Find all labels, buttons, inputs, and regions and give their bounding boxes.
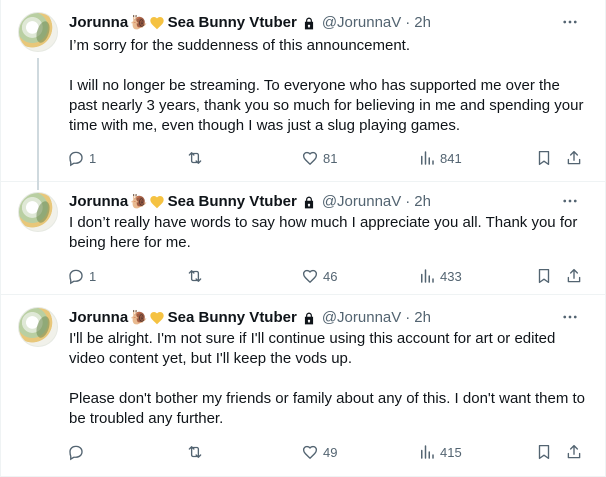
views-button[interactable]: 841 <box>418 146 462 170</box>
reply-icon <box>69 445 83 461</box>
tweet-header: Jorunna 🐌 Sea Bunny Vtuber @JorunnaV · 2… <box>69 307 431 327</box>
reply-button[interactable] <box>67 440 89 464</box>
retweet-button[interactable] <box>186 440 208 464</box>
like-icon <box>302 445 318 460</box>
views-icon <box>421 445 434 459</box>
lock-icon <box>304 312 313 324</box>
like-button[interactable]: 49 <box>301 440 337 464</box>
more-icon[interactable] <box>558 12 582 32</box>
tweet-paragraph: Please don't bother my friends or family… <box>69 390 585 427</box>
display-name-suffix[interactable]: Sea Bunny Vtuber <box>168 14 297 31</box>
reply-count: 1 <box>89 268 97 284</box>
share-button[interactable] <box>565 146 583 170</box>
bookmark-button[interactable] <box>535 146 553 170</box>
handle[interactable]: @JorunnaV <box>322 193 401 210</box>
snail-emoji-icon: 🐌 <box>130 192 148 209</box>
timestamp[interactable]: 2h <box>414 14 431 31</box>
tweet-header: Jorunna 🐌 Sea Bunny Vtuber @JorunnaV · 2… <box>69 12 431 32</box>
tweet-header: Jorunna 🐌 Sea Bunny Vtuber @JorunnaV · 2… <box>69 191 431 211</box>
snail-emoji-icon: 🐌 <box>130 13 148 30</box>
lock-icon <box>304 196 313 208</box>
thread-connector-line <box>37 58 39 182</box>
bookmark-button[interactable] <box>535 440 553 464</box>
snail-emoji-icon: 🐌 <box>130 308 148 325</box>
reply-icon <box>69 151 83 167</box>
yellow-heart-icon <box>149 17 164 30</box>
share-button[interactable] <box>565 264 583 288</box>
retweet-button[interactable] <box>186 264 208 288</box>
tweet-1[interactable]: Jorunna 🐌 Sea Bunny Vtuber @JorunnaV · 2… <box>1 0 605 182</box>
reply-button[interactable]: 1 <box>67 146 96 170</box>
tweet-text: I don’t really have words to say how muc… <box>69 213 589 253</box>
avatar[interactable] <box>18 307 58 347</box>
bookmark-icon <box>538 444 550 460</box>
like-icon <box>302 151 318 166</box>
thread-connector-line <box>37 182 39 190</box>
avatar[interactable] <box>18 12 58 52</box>
bookmark-button[interactable] <box>535 264 553 288</box>
views-icon <box>421 269 434 283</box>
tweet-actions: 49 415 <box>61 440 593 464</box>
lock-icon <box>304 17 313 29</box>
tweet-thread: Jorunna 🐌 Sea Bunny Vtuber @JorunnaV · 2… <box>0 0 606 477</box>
display-name[interactable]: Jorunna <box>69 193 128 210</box>
display-name-suffix[interactable]: Sea Bunny Vtuber <box>168 193 297 210</box>
tweet-actions: 1 46 433 <box>61 264 593 288</box>
tweet-text: I'll be alright. I'm not sure if I'll co… <box>69 329 589 429</box>
like-count: 46 <box>323 268 338 284</box>
display-name-suffix[interactable]: Sea Bunny Vtuber <box>168 309 297 326</box>
share-button[interactable] <box>565 440 583 464</box>
view-count: 415 <box>440 444 462 460</box>
like-button[interactable]: 46 <box>301 264 337 288</box>
view-count: 841 <box>440 150 462 166</box>
handle[interactable]: @JorunnaV <box>322 14 401 31</box>
tweet-paragraph: I’m sorry for the suddenness of this ann… <box>69 37 411 54</box>
separator-dot: · <box>405 308 411 326</box>
retweet-button[interactable] <box>186 146 208 170</box>
views-icon <box>421 151 434 165</box>
view-count: 433 <box>440 268 462 284</box>
display-name[interactable]: Jorunna <box>69 309 128 326</box>
share-icon <box>567 268 581 283</box>
retweet-icon <box>188 270 202 282</box>
tweet-2[interactable]: Jorunna 🐌 Sea Bunny Vtuber @JorunnaV · 2… <box>1 182 605 295</box>
reply-count: 1 <box>89 150 97 166</box>
display-name[interactable]: Jorunna <box>69 14 128 31</box>
bookmark-icon <box>538 150 550 166</box>
reply-icon <box>69 269 83 285</box>
views-button[interactable]: 415 <box>418 440 462 464</box>
tweet-3[interactable]: Jorunna 🐌 Sea Bunny Vtuber @JorunnaV · 2… <box>1 295 605 477</box>
handle[interactable]: @JorunnaV <box>322 309 401 326</box>
tweet-paragraph: I will no longer be streaming. To everyo… <box>69 77 584 134</box>
tweet-actions: 1 81 841 <box>61 146 593 170</box>
timestamp[interactable]: 2h <box>414 193 431 210</box>
separator-dot: · <box>405 192 411 210</box>
views-button[interactable]: 433 <box>418 264 462 288</box>
more-icon[interactable] <box>558 191 582 211</box>
separator-dot: · <box>405 13 411 31</box>
like-button[interactable]: 81 <box>301 146 337 170</box>
retweet-icon <box>188 446 202 458</box>
yellow-heart-icon <box>149 196 164 209</box>
tweet-paragraph: I'll be alright. I'm not sure if I'll co… <box>69 330 556 367</box>
like-count: 49 <box>323 444 338 460</box>
timestamp[interactable]: 2h <box>414 309 431 326</box>
tweet-text: I’m sorry for the suddenness of this ann… <box>69 36 589 136</box>
share-icon <box>567 444 581 459</box>
more-icon[interactable] <box>558 307 582 327</box>
bookmark-icon <box>538 268 550 284</box>
share-icon <box>567 150 581 165</box>
avatar[interactable] <box>18 192 58 232</box>
like-count: 81 <box>323 150 338 166</box>
like-icon <box>302 269 318 284</box>
tweet-paragraph: I don’t really have words to say how muc… <box>69 214 578 251</box>
reply-button[interactable]: 1 <box>67 264 96 288</box>
yellow-heart-icon <box>149 312 164 325</box>
retweet-icon <box>188 152 202 164</box>
